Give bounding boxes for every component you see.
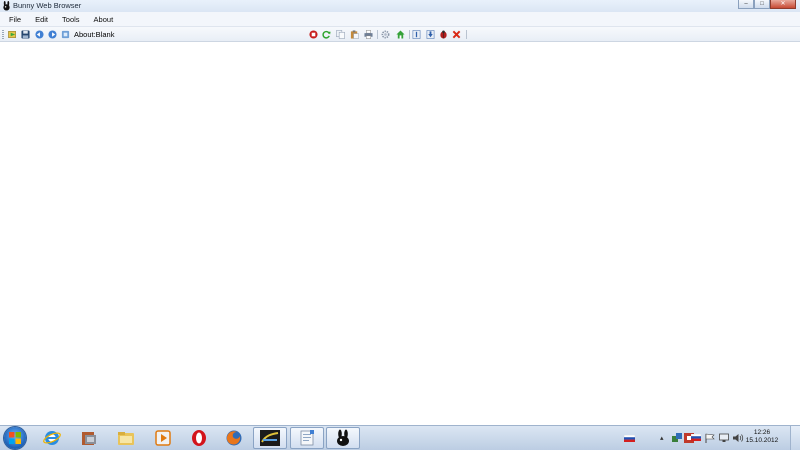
taskbar-app-box[interactable] xyxy=(72,427,106,449)
internet-explorer-icon xyxy=(43,431,61,445)
home-page-icon[interactable] xyxy=(396,30,405,39)
start-button[interactable] xyxy=(4,427,26,449)
toolbar-separator xyxy=(377,30,378,39)
media-player-icon xyxy=(155,430,171,446)
page-viewport[interactable] xyxy=(0,43,800,425)
tray-clock[interactable]: 12:26 15.10.2012 xyxy=(742,429,782,445)
back-icon[interactable] xyxy=(35,30,44,39)
taskbar-media-player[interactable] xyxy=(146,427,180,449)
settings-icon[interactable] xyxy=(381,30,390,39)
address-field[interactable] xyxy=(73,29,305,40)
notepad-app-icon xyxy=(300,430,314,446)
taskbar-file-explorer[interactable] xyxy=(109,427,143,449)
home-icon[interactable] xyxy=(61,30,70,39)
folder-icon xyxy=(118,432,134,445)
taskbar-opera[interactable] xyxy=(182,427,216,449)
video-app-icon xyxy=(260,430,280,446)
menu-bar: File Edit Tools About xyxy=(0,12,800,27)
toolbar-grip[interactable] xyxy=(2,30,4,39)
close-button[interactable]: ✕ xyxy=(770,0,796,9)
copy-icon[interactable] xyxy=(336,30,345,39)
save-icon[interactable] xyxy=(21,30,30,39)
minimize-button[interactable]: – xyxy=(738,0,754,9)
opera-icon xyxy=(192,430,206,446)
menu-edit[interactable]: Edit xyxy=(35,15,48,24)
taskbar-video-app[interactable] xyxy=(253,427,287,449)
toolbar-separator xyxy=(409,30,410,39)
monitor-tray-icon[interactable] xyxy=(719,433,729,443)
refresh-icon[interactable] xyxy=(322,30,331,39)
action-center-icon[interactable] xyxy=(705,433,715,443)
network-tray-icon[interactable] xyxy=(672,433,682,443)
close-tab-icon[interactable] xyxy=(452,30,461,39)
firefox-icon xyxy=(226,430,242,446)
bunny-app-icon xyxy=(3,1,10,11)
bunny-icon xyxy=(337,429,349,446)
taskbar-notepad-app[interactable] xyxy=(290,427,324,449)
taskbar-firefox[interactable] xyxy=(217,427,251,449)
maximize-button[interactable]: □ xyxy=(754,0,770,9)
clock-date: 15.10.2012 xyxy=(745,437,779,444)
title-bar[interactable]: Bunny Web Browser – □ ✕ xyxy=(0,0,800,12)
tray-expand-icon[interactable]: ▴ xyxy=(660,434,664,442)
paste-icon[interactable] xyxy=(350,30,359,39)
toolbar-separator xyxy=(466,30,467,39)
window-title: Bunny Web Browser xyxy=(13,1,82,10)
bug-icon[interactable] xyxy=(439,30,448,39)
forward-icon[interactable] xyxy=(48,30,57,39)
info-icon[interactable] xyxy=(412,30,421,39)
taskbar-bunny-browser[interactable] xyxy=(326,427,360,449)
clock-time: 12:26 xyxy=(753,429,771,436)
show-desktop-button[interactable] xyxy=(790,426,800,450)
app-box-icon xyxy=(82,432,96,445)
language-flag-icon[interactable] xyxy=(624,435,635,442)
windows-taskbar: ▴ 12:26 15.10.2012 xyxy=(0,425,800,450)
print-icon[interactable] xyxy=(364,30,373,39)
windows-logo-icon xyxy=(9,432,21,444)
toolbar xyxy=(0,27,800,42)
menu-about[interactable]: About xyxy=(94,15,114,24)
menu-file[interactable]: File xyxy=(9,15,21,24)
go-icon[interactable] xyxy=(8,30,17,39)
download-icon[interactable] xyxy=(426,30,435,39)
menu-tools[interactable]: Tools xyxy=(62,15,80,24)
taskbar-internet-explorer[interactable] xyxy=(35,427,69,449)
stop-icon[interactable] xyxy=(309,30,318,39)
flag-tray-icon[interactable] xyxy=(691,434,701,441)
